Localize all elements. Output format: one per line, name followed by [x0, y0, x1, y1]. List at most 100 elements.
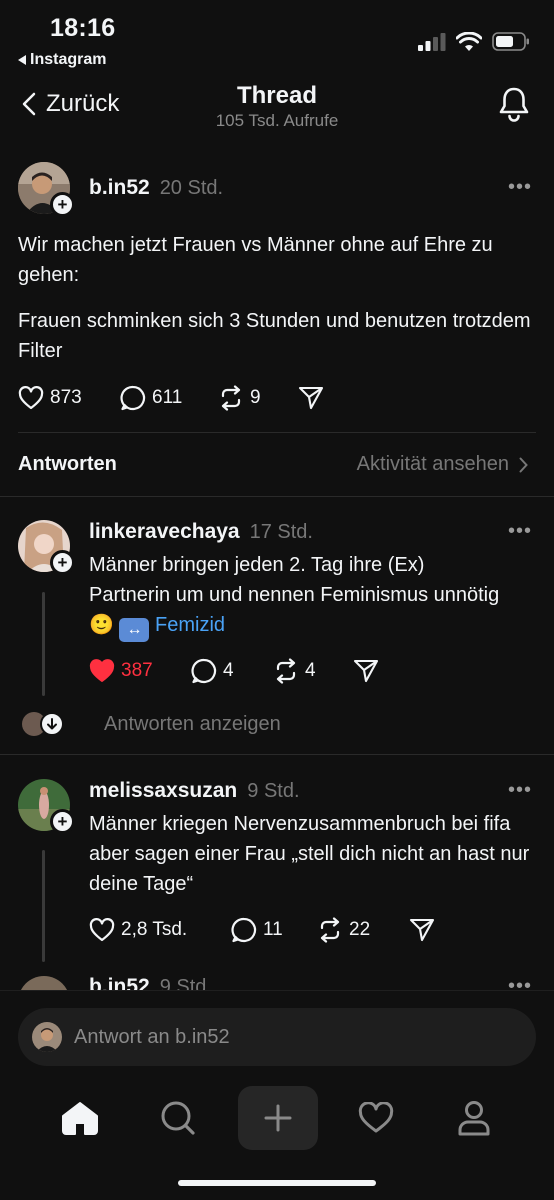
heart-icon [358, 1102, 394, 1133]
post-username[interactable]: b.in52 [89, 176, 150, 199]
like-count: 387 [121, 660, 153, 681]
show-replies-label: Antworten anzeigen [104, 712, 281, 735]
repost-icon [221, 385, 241, 411]
reply-username[interactable]: linkeravechaya [89, 520, 240, 543]
repost-icon [276, 658, 296, 684]
tab-search[interactable] [138, 1085, 218, 1151]
chevron-right-icon [519, 457, 528, 472]
like-button[interactable]: 873 [18, 386, 120, 410]
reply-username[interactable]: melissaxsuzan [89, 779, 237, 802]
profile-icon [458, 1101, 490, 1136]
smile-emoji-icon: 🙂 [89, 614, 114, 636]
battery-icon [492, 32, 529, 51]
comment-count: 611 [152, 387, 183, 408]
status-time: 18:16 [50, 14, 116, 42]
repost-button[interactable]: 9 [218, 385, 298, 411]
compose-icon [264, 1104, 292, 1132]
reply-time: 9 Std. [247, 780, 300, 802]
repost-button[interactable]: 4 [273, 658, 353, 684]
left-right-arrow-icon: ↔ [119, 618, 150, 642]
search-icon [161, 1101, 195, 1135]
heart-icon [89, 918, 115, 942]
repost-count: 9 [250, 387, 261, 408]
reply-time: 17 Std. [249, 521, 313, 543]
arrow-down-icon [40, 712, 64, 736]
back-app-label: Instagram [30, 51, 107, 68]
more-options-icon[interactable]: ••• [508, 520, 532, 543]
like-button[interactable]: 2,8 Tsd. [89, 918, 231, 942]
reply-header: linkeravechaya 17 Std. [89, 520, 313, 544]
reply-clipped: b.in52 9 Std. ••• [0, 966, 554, 990]
comment-count: 11 [263, 919, 283, 940]
share-button[interactable] [409, 917, 435, 943]
view-count: 105 Tsd. Aufrufe [215, 111, 339, 130]
repost-icon [320, 917, 340, 943]
thread-connector [42, 850, 45, 962]
reply-actions: 387 4 4 [89, 658, 379, 684]
home-indicator [178, 1180, 376, 1186]
show-replies-row[interactable]: Antworten anzeigen [22, 712, 281, 736]
reply-input-placeholder: Antwort an b.in52 [74, 1025, 230, 1048]
page-title: Thread [236, 82, 317, 109]
comment-button[interactable]: 611 [120, 385, 218, 411]
status-icons [418, 32, 530, 51]
back-to-app-link[interactable]: Instagram [18, 51, 106, 69]
follow-plus-icon[interactable]: + [50, 809, 75, 834]
reply-username[interactable]: b.in52 [89, 975, 150, 990]
back-triangle-icon [18, 55, 26, 65]
replies-heading: Antworten [18, 453, 117, 475]
tab-compose[interactable] [238, 1086, 318, 1150]
repost-button[interactable]: 22 [317, 917, 409, 943]
heart-icon [18, 386, 44, 410]
divider [0, 990, 554, 991]
like-count: 873 [50, 387, 82, 408]
activity-link[interactable]: Aktivität ansehen [357, 453, 528, 476]
follow-plus-icon[interactable]: + [50, 550, 75, 575]
repost-count: 4 [305, 660, 316, 681]
signal-icon [418, 32, 446, 51]
thread-connector [42, 592, 45, 696]
comment-icon [231, 917, 257, 943]
post-paragraph-1: Wir machen jetzt Frauen vs Männer ohne a… [18, 234, 493, 286]
divider [0, 754, 554, 755]
post-paragraph-2: Frauen schminken sich 3 Stunden und benu… [18, 310, 531, 362]
comment-icon [120, 385, 146, 411]
tab-home[interactable] [40, 1085, 120, 1151]
reply-input[interactable]: Antwort an b.in52 [18, 1008, 536, 1066]
bell-icon [499, 87, 529, 122]
tab-profile[interactable] [434, 1085, 514, 1151]
divider [0, 496, 554, 497]
share-button[interactable] [353, 658, 379, 684]
send-icon [298, 386, 324, 410]
reply-actions: 2,8 Tsd. 11 22 [89, 917, 435, 943]
avatar[interactable] [18, 976, 70, 990]
post-header: b.in52 20 Std. [89, 176, 223, 200]
avatar [32, 1022, 62, 1052]
like-count: 2,8 Tsd. [121, 919, 188, 940]
reply-time: 9 Std. [159, 976, 212, 990]
more-options-icon[interactable]: ••• [508, 779, 532, 802]
tab-activity[interactable] [336, 1085, 416, 1151]
divider [18, 432, 536, 433]
reply-text-body: Männer bringen jeden 2. Tag ihre (Ex) Pa… [89, 554, 500, 606]
follow-plus-icon[interactable]: + [50, 192, 75, 217]
home-icon [62, 1102, 98, 1135]
reply-header: b.in52 9 Std. [89, 975, 212, 990]
comment-count: 4 [223, 660, 234, 681]
comment-button[interactable]: 4 [191, 658, 273, 684]
repost-count: 22 [349, 919, 371, 940]
reply-header: melissaxsuzan 9 Std. [89, 779, 300, 803]
wifi-icon [456, 32, 482, 51]
share-button[interactable] [298, 385, 324, 411]
comment-button[interactable]: 11 [231, 917, 317, 943]
more-options-icon[interactable]: ••• [508, 975, 532, 990]
notification-button[interactable] [498, 86, 530, 122]
reply-text: Männer kriegen Nervenzusammenbruch bei f… [89, 813, 530, 895]
hashtag-link[interactable]: Femizid [155, 614, 225, 636]
send-icon [353, 659, 379, 683]
reply-text: Männer bringen jeden 2. Tag ihre (Ex) Pa… [89, 550, 509, 642]
post-time: 20 Std. [159, 177, 224, 199]
like-button[interactable]: 387 [89, 659, 191, 683]
comment-icon [191, 658, 217, 684]
more-options-icon[interactable]: ••• [508, 176, 532, 199]
